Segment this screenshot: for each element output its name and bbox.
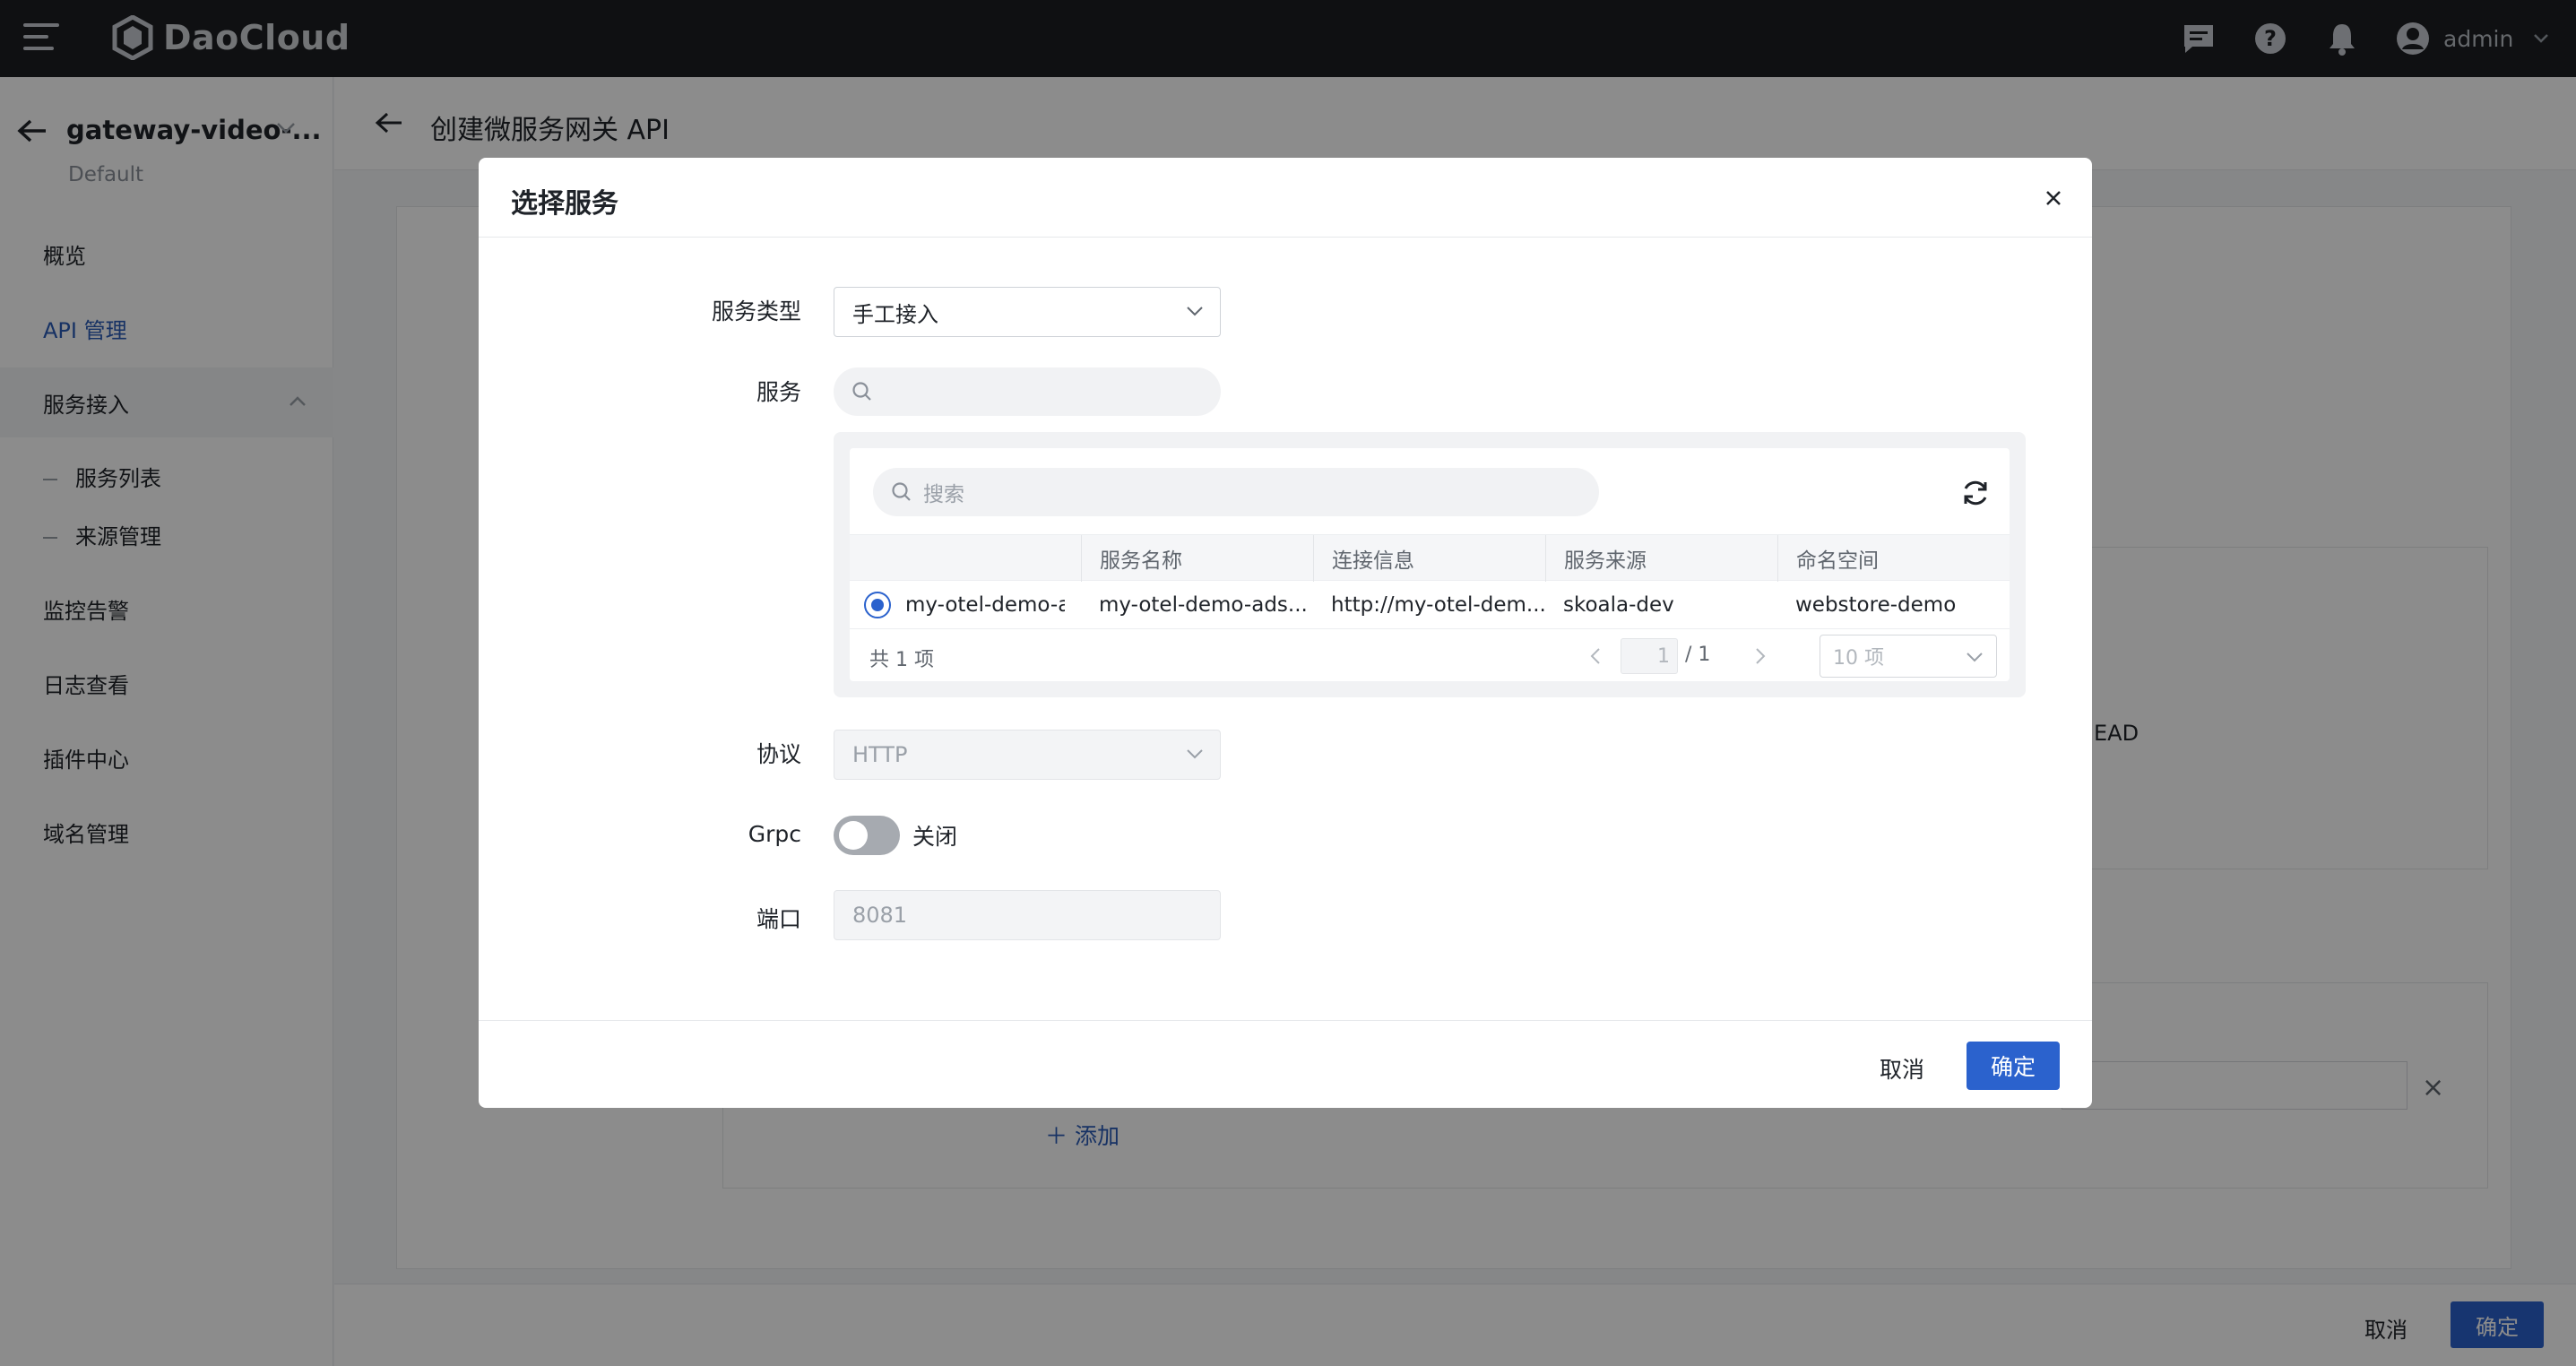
page-size-select[interactable]: 10 项 bbox=[1820, 635, 1997, 678]
service-label: 服务 bbox=[756, 379, 801, 405]
row-source: skoala-dev bbox=[1563, 593, 1674, 617]
grpc-state: 关闭 bbox=[912, 824, 958, 850]
divider bbox=[479, 1020, 2092, 1021]
close-icon[interactable] bbox=[2040, 185, 2067, 212]
page-total: / 1 bbox=[1685, 644, 1711, 666]
chevron-right-icon[interactable] bbox=[1755, 647, 1766, 665]
radio-selected[interactable] bbox=[864, 592, 891, 618]
row-select-cell[interactable]: my-otel-demo-ad bbox=[850, 581, 1065, 629]
pagination: 共 1 项 1 / 1 10 项 bbox=[850, 629, 2010, 681]
service-type-label: 服务类型 bbox=[711, 298, 801, 324]
port-value: 8081 bbox=[852, 903, 908, 928]
service-list: 搜索 服务名称 连接信息 服务来源 命名空间 my-otel-demo-ad bbox=[850, 448, 2010, 681]
search-icon bbox=[852, 382, 871, 401]
table-header-connection: 连接信息 bbox=[1313, 535, 1545, 582]
grpc-label: Grpc bbox=[748, 821, 801, 847]
service-type-select[interactable]: 手工接入 bbox=[834, 287, 1221, 337]
confirm-button[interactable]: 确定 bbox=[1967, 1042, 2060, 1090]
chevron-down-icon bbox=[1967, 653, 1983, 662]
refresh-icon[interactable] bbox=[1959, 477, 1992, 509]
table-header: 服务名称 连接信息 服务来源 命名空间 bbox=[850, 534, 2010, 582]
pagination-total: 共 1 项 bbox=[869, 649, 934, 671]
port-label: 端口 bbox=[756, 906, 801, 932]
modal-title: 选择服务 bbox=[511, 188, 618, 220]
service-list-panel: 搜索 服务名称 连接信息 服务来源 命名空间 my-otel-demo-ad bbox=[834, 432, 2026, 697]
grpc-toggle[interactable] bbox=[834, 816, 900, 855]
protocol-select[interactable]: HTTP bbox=[834, 730, 1221, 780]
row-service-name: my-otel-demo-ads... bbox=[1099, 593, 1308, 617]
chevron-down-icon bbox=[1187, 749, 1203, 759]
select-service-modal: 选择服务 服务类型 手工接入 服务 搜索 服务名称 连接信息 服务来源 命名空间… bbox=[479, 158, 2092, 1108]
chevron-down-icon bbox=[1187, 307, 1203, 316]
cancel-button[interactable]: 取消 bbox=[1866, 1045, 1938, 1092]
chevron-left-icon[interactable] bbox=[1590, 647, 1601, 665]
list-search-input[interactable]: 搜索 bbox=[873, 468, 1599, 516]
row-name: my-otel-demo-ad bbox=[905, 593, 1065, 617]
table-header-service-name: 服务名称 bbox=[1081, 535, 1313, 582]
search-icon bbox=[892, 482, 911, 501]
protocol-value: HTTP bbox=[852, 742, 908, 767]
service-type-value: 手工接入 bbox=[852, 301, 938, 327]
table-header-namespace: 命名空间 bbox=[1777, 535, 2010, 582]
service-search-input[interactable] bbox=[834, 367, 1221, 416]
port-input[interactable]: 8081 bbox=[834, 890, 1221, 940]
table-header-source: 服务来源 bbox=[1545, 535, 1777, 582]
protocol-label: 协议 bbox=[756, 741, 801, 767]
row-namespace: webstore-demo bbox=[1795, 593, 1957, 617]
page-number-input[interactable]: 1 bbox=[1621, 638, 1678, 674]
table-row[interactable]: my-otel-demo-ad my-otel-demo-ads... http… bbox=[850, 581, 2010, 629]
table-header-select bbox=[850, 535, 1081, 582]
divider bbox=[479, 237, 2092, 238]
row-connection: http://my-otel-dem... bbox=[1331, 593, 1545, 617]
